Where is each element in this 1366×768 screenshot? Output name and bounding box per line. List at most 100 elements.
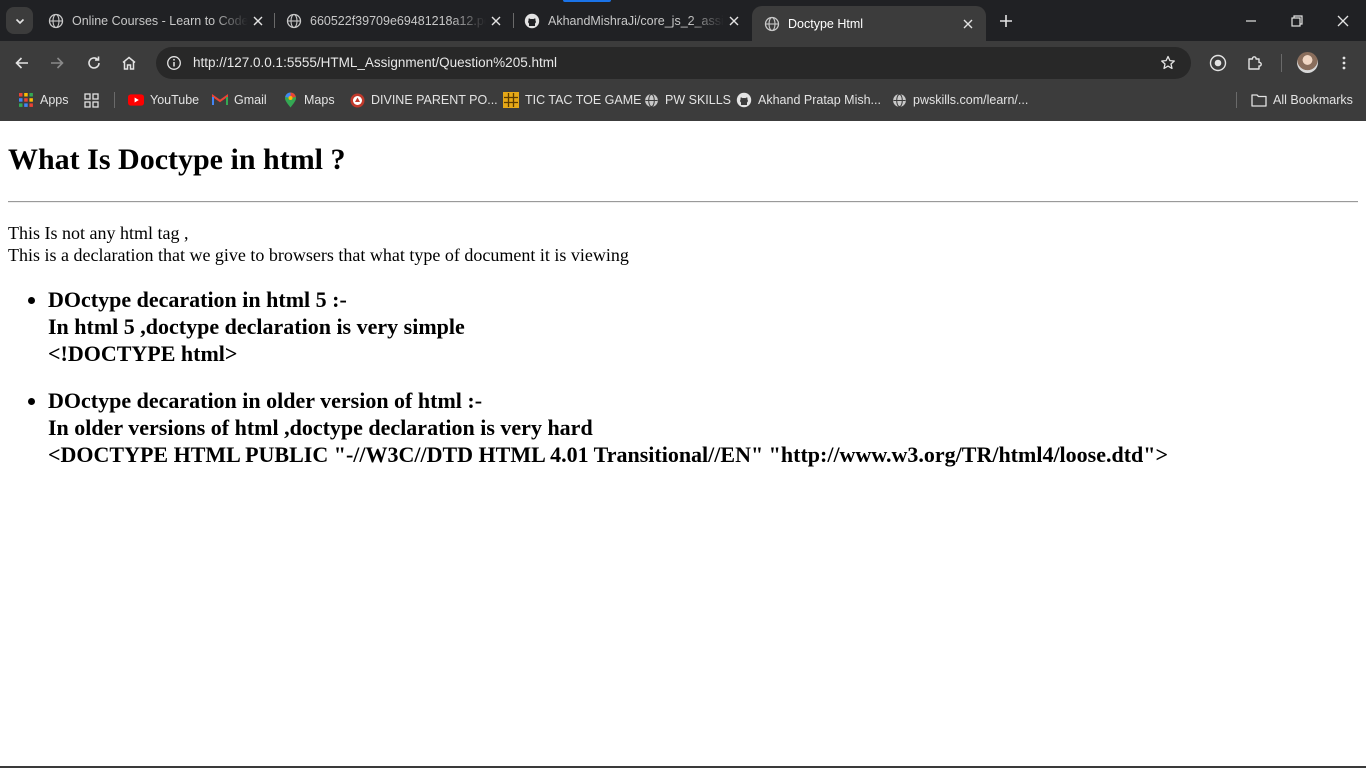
- list-item-code: <DOCTYPE HTML PUBLIC "-//W3C//DTD HTML 4…: [48, 442, 1169, 467]
- bookmark-youtube[interactable]: YouTube: [128, 89, 199, 111]
- github-icon: [524, 13, 540, 29]
- bookmark-label: pwskills.com/learn/...: [913, 93, 1029, 107]
- close-window-button[interactable]: [1330, 8, 1356, 34]
- bookmarks-separator: [1236, 92, 1237, 108]
- tab-search-button[interactable]: [6, 7, 33, 34]
- bookmark-github-profile[interactable]: Akhand Pratap Mish...: [736, 89, 881, 111]
- close-icon[interactable]: [486, 11, 506, 31]
- tab-github[interactable]: AkhandMishraJi/core_js_2_assignment: [512, 7, 752, 34]
- tab-online-courses[interactable]: Online Courses - Learn to Code: [36, 7, 276, 34]
- intro-line: This Is not any html tag ,: [8, 223, 189, 243]
- list-item-title: DOctype decaration in older version of h…: [48, 388, 483, 413]
- bookmark-label: DIVINE PARENT PO...: [371, 93, 498, 107]
- list-item-description: In older versions of html ,doctype decla…: [48, 415, 593, 440]
- bookmark-label: Gmail: [234, 93, 267, 107]
- gmail-icon: [212, 92, 228, 108]
- arrow-left-icon: [15, 57, 28, 69]
- bookmark-gmail[interactable]: Gmail: [212, 89, 267, 111]
- maps-pin-icon: [282, 92, 298, 108]
- doctype-list: DOctype decaration in html 5 :- In html …: [48, 286, 1168, 488]
- plus-icon: [1000, 15, 1012, 27]
- bookmarks-separator: [114, 92, 115, 108]
- browser-chrome: Online Courses - Learn to Code 660522f39…: [0, 0, 1366, 121]
- bookmark-label: YouTube: [150, 93, 200, 107]
- bookmark-label: All Bookmarks: [1273, 93, 1353, 107]
- tab-pdf[interactable]: 660522f39709e69481218a12.pdf: [274, 7, 514, 34]
- close-icon[interactable]: [958, 14, 978, 34]
- back-button[interactable]: [8, 49, 36, 77]
- list-item-description: In html 5 ,doctype declaration is very s…: [48, 314, 465, 339]
- minimize-button[interactable]: [1238, 8, 1264, 34]
- bookmark-pw-skills[interactable]: PW SKILLS: [643, 89, 731, 111]
- puzzle-icon: [1248, 56, 1262, 70]
- tab-doctype-active[interactable]: Doctype Html: [752, 6, 986, 41]
- globe-icon: [764, 16, 780, 32]
- list-item-code: <!DOCTYPE html>: [48, 341, 238, 366]
- toolbar-divider: [1281, 54, 1282, 72]
- tab-title: Online Courses - Learn to Code: [72, 13, 248, 28]
- chevron-down-icon: [15, 18, 24, 24]
- profile-avatar[interactable]: [1297, 52, 1318, 73]
- bookmark-tic-tac-toe[interactable]: TIC TAC TOE GAME: [503, 89, 641, 111]
- list-item: DOctype decaration in older version of h…: [48, 387, 1168, 468]
- list-item-title: DOctype decaration in html 5 :-: [48, 287, 347, 312]
- page-heading: What Is Doctype in html ?: [8, 143, 346, 176]
- divine-logo-icon: [349, 92, 365, 108]
- bookmark-label: Apps: [40, 93, 69, 107]
- minimize-icon: [1246, 20, 1256, 22]
- globe-icon: [891, 92, 907, 108]
- tab-title: AkhandMishraJi/core_js_2_assignment: [548, 13, 724, 28]
- folder-icon: [1251, 92, 1267, 108]
- globe-icon: [643, 92, 659, 108]
- more-vertical-icon: [1342, 56, 1346, 70]
- bookmark-label: PW SKILLS: [665, 93, 731, 107]
- close-icon[interactable]: [724, 11, 744, 31]
- close-icon: [1337, 15, 1349, 27]
- tictactoe-icon: [503, 92, 519, 108]
- address-bar[interactable]: http://127.0.0.1:5555/HTML_Assignment/Qu…: [156, 47, 1191, 79]
- bookmark-star-icon[interactable]: [1157, 52, 1179, 74]
- globe-icon: [48, 13, 64, 29]
- extensions-menu-button[interactable]: [1241, 49, 1269, 77]
- restore-button[interactable]: [1284, 8, 1310, 34]
- home-icon: [122, 56, 136, 70]
- all-bookmarks-button[interactable]: All Bookmarks: [1251, 89, 1353, 111]
- bookmark-label: Akhand Pratap Mish...: [758, 93, 881, 107]
- bookmark-tab-groups[interactable]: [83, 89, 105, 111]
- tab-title: 660522f39709e69481218a12.pdf: [310, 13, 486, 28]
- bookmark-apps[interactable]: Apps: [18, 89, 69, 111]
- home-button[interactable]: [115, 49, 143, 77]
- bookmark-divine-parent[interactable]: DIVINE PARENT PO...: [349, 89, 498, 111]
- bookmark-label: Maps: [304, 93, 335, 107]
- reload-button[interactable]: [80, 49, 108, 77]
- target-icon: [1209, 54, 1227, 72]
- browser-menu-button[interactable]: [1330, 49, 1358, 77]
- github-icon: [736, 92, 752, 108]
- list-item: DOctype decaration in html 5 :- In html …: [48, 286, 1168, 367]
- page-content: What Is Doctype in html ? This Is not an…: [0, 121, 1366, 766]
- navigation-toolbar: http://127.0.0.1:5555/HTML_Assignment/Qu…: [0, 41, 1366, 84]
- bookmark-label: TIC TAC TOE GAME: [525, 93, 642, 107]
- horizontal-rule: [8, 201, 1358, 203]
- tab-strip: Online Courses - Learn to Code 660522f39…: [0, 0, 1366, 41]
- restore-icon: [1291, 15, 1303, 27]
- url-text[interactable]: http://127.0.0.1:5555/HTML_Assignment/Qu…: [193, 55, 557, 70]
- bookmark-maps[interactable]: Maps: [282, 89, 335, 111]
- intro-line: This is a declaration that we give to br…: [8, 245, 629, 265]
- active-tab-indicator: [563, 0, 611, 2]
- bookmarks-bar: Apps YouTube Gmail Maps DIVINE PARENT PO…: [0, 87, 1366, 113]
- close-icon[interactable]: [248, 11, 268, 31]
- youtube-icon: [128, 92, 144, 108]
- tab-groups-icon: [83, 92, 99, 108]
- new-tab-button[interactable]: [995, 10, 1017, 32]
- extension-button[interactable]: [1204, 49, 1232, 77]
- forward-button[interactable]: [43, 49, 71, 77]
- tab-title: Doctype Html: [788, 16, 864, 31]
- site-info-icon[interactable]: [162, 51, 186, 75]
- apps-grid-icon: [18, 92, 34, 108]
- globe-icon: [286, 13, 302, 29]
- arrow-right-icon: [51, 57, 64, 69]
- reload-icon: [88, 56, 100, 69]
- bookmark-pwskills-learn[interactable]: pwskills.com/learn/...: [891, 89, 1028, 111]
- intro-paragraph: This Is not any html tag , This is a dec…: [8, 222, 629, 266]
